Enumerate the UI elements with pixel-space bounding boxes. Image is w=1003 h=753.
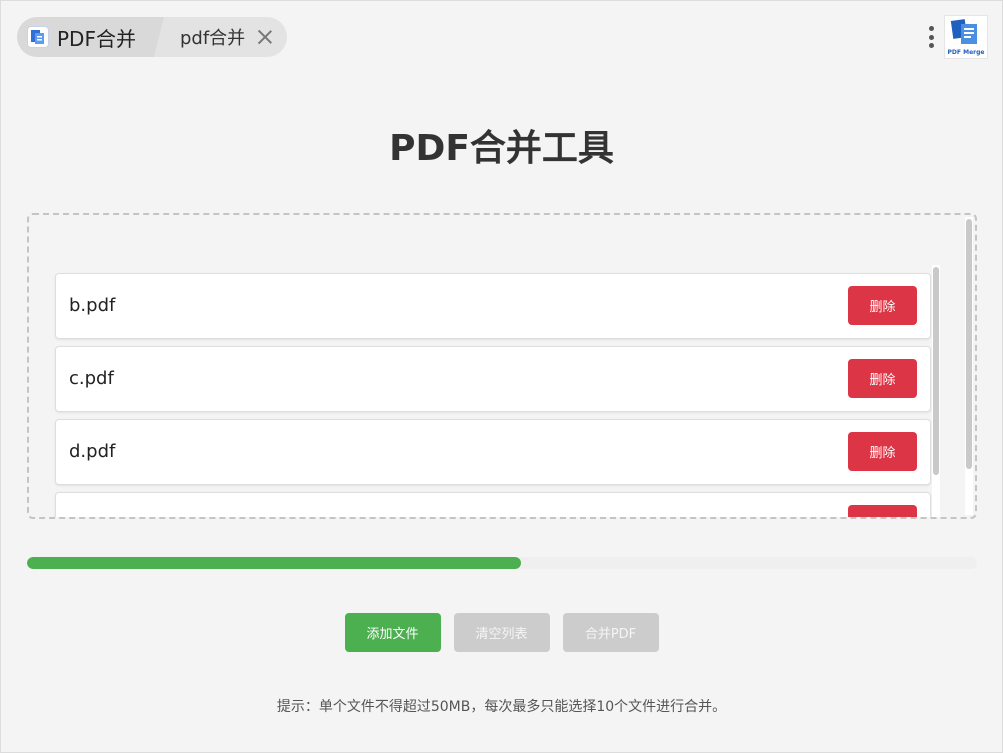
file-list-item: 删除 — [55, 492, 931, 517]
merge-progress-bar — [27, 557, 977, 569]
close-icon[interactable] — [257, 29, 273, 45]
file-list-item: b.pdf 删除 — [55, 273, 931, 339]
pdf-merge-logo-icon: PDF Merge — [944, 15, 988, 59]
app-window: PDF合并 pdf合并 PDF Merge PDF合并工具 b.pdf 删除 c… — [0, 0, 1003, 753]
more-vertical-icon[interactable] — [926, 22, 936, 52]
merge-pdf-button[interactable]: 合并PDF — [562, 613, 659, 652]
delete-button[interactable]: 删除 — [848, 359, 917, 398]
file-name: b.pdf — [69, 295, 116, 316]
logo-caption: PDF Merge — [947, 49, 985, 56]
clear-list-button[interactable]: 清空列表 — [453, 613, 550, 652]
delete-button[interactable]: 删除 — [848, 505, 917, 517]
drop-zone-scrollbar[interactable] — [966, 219, 972, 469]
breadcrumb: PDF合并 pdf合并 — [17, 17, 288, 57]
file-list-item: c.pdf 删除 — [55, 346, 931, 412]
file-name: c.pdf — [69, 368, 114, 389]
page-title: PDF合并工具 — [389, 128, 614, 169]
file-name: d.pdf — [69, 441, 116, 462]
file-list-item: d.pdf 删除 — [55, 419, 931, 485]
delete-button[interactable]: 删除 — [848, 286, 917, 325]
top-right-controls: PDF Merge — [926, 15, 988, 59]
hint-text: 提示：单个文件不得超过50MB，每次最多只能选择10个文件进行合并。 — [276, 699, 727, 715]
tab-label: pdf合并 — [179, 28, 246, 49]
file-list-scrollbar[interactable] — [933, 267, 939, 475]
file-drop-zone[interactable]: b.pdf 删除 c.pdf 删除 d.pdf 删除 删除 — [27, 213, 977, 519]
app-tab[interactable]: PDF合并 — [17, 17, 168, 57]
file-list: b.pdf 删除 c.pdf 删除 d.pdf 删除 删除 — [55, 273, 931, 517]
tab-pdf-merge[interactable]: pdf合并 — [153, 17, 288, 57]
delete-button[interactable]: 删除 — [848, 432, 917, 471]
app-tab-label: PDF合并 — [57, 26, 136, 51]
pdf-merge-app-icon — [27, 26, 49, 48]
merge-progress-fill — [27, 557, 521, 569]
action-buttons: 添加文件 清空列表 合并PDF — [1, 613, 1002, 652]
add-files-button[interactable]: 添加文件 — [344, 613, 441, 652]
